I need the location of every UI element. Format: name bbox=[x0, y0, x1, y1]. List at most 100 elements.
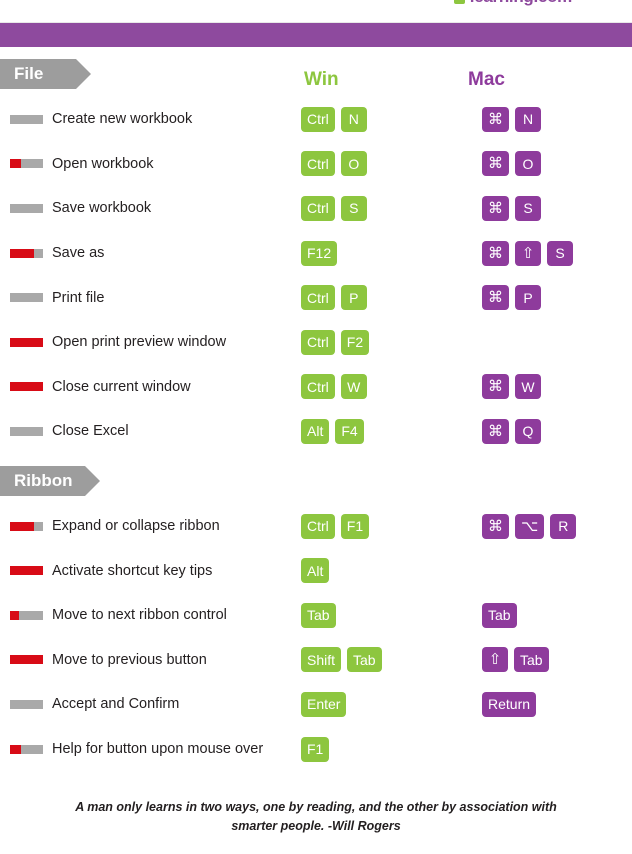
key-group-win: Ctrl F2 bbox=[301, 329, 370, 355]
difficulty-meter bbox=[10, 159, 43, 169]
difficulty-meter-fill bbox=[10, 521, 34, 531]
difficulty-meter-fill bbox=[10, 744, 21, 754]
difficulty-meter-fill bbox=[10, 655, 43, 665]
key-cap: F2 bbox=[340, 329, 370, 355]
logo-strip: learning.com bbox=[0, 0, 632, 23]
key-group-win: Shift Tab bbox=[301, 647, 382, 673]
shortcut-row: Accept and Confirm Enter Return bbox=[0, 682, 632, 727]
key-cap: W bbox=[340, 374, 367, 400]
key-cap: Tab bbox=[301, 602, 336, 628]
key-group-mac: ⇧ Tab bbox=[482, 647, 549, 673]
key-cap: N bbox=[515, 106, 541, 132]
shortcut-rows: Create new workbook Ctrl N ⌘ N Open workbook C… bbox=[0, 97, 632, 454]
key-group-mac: ⌘ S bbox=[482, 195, 541, 221]
key-group-win: Enter bbox=[301, 691, 347, 717]
key-cap: Alt bbox=[301, 558, 330, 584]
shortcut-label: Activate shortcut key tips bbox=[52, 562, 213, 579]
section-header-file: File bbox=[0, 59, 632, 93]
difficulty-meter bbox=[10, 566, 43, 576]
shortcut-row: Activate shortcut key tips Alt bbox=[0, 548, 632, 593]
shortcut-row: Expand or collapse ribbon Ctrl F1 ⌘ ⌥ R bbox=[0, 504, 632, 549]
key-cap: F4 bbox=[335, 418, 364, 444]
shortcut-row: Move to next ribbon control Tab Tab bbox=[0, 593, 632, 638]
brand-logo: learning.com bbox=[453, 0, 572, 7]
key-cap: ⌘ bbox=[482, 151, 509, 177]
difficulty-meter bbox=[10, 655, 43, 665]
key-cap: ⌥ bbox=[515, 513, 545, 539]
key-cap: ⌘ bbox=[482, 106, 509, 132]
shortcut-row: Close current window Ctrl W ⌘ W bbox=[0, 365, 632, 410]
key-group-win: Ctrl P bbox=[301, 285, 367, 311]
key-group-mac: Tab bbox=[482, 602, 517, 628]
shortcut-label: Help for button upon mouse over bbox=[52, 741, 264, 758]
key-cap: W bbox=[515, 374, 541, 400]
key-group-win: F12 bbox=[301, 240, 338, 266]
difficulty-meter-fill bbox=[10, 566, 43, 576]
shortcut-label: Expand or collapse ribbon bbox=[52, 518, 220, 535]
shortcut-row: Help for button upon mouse over F1 bbox=[0, 727, 632, 772]
shortcut-label: Accept and Confirm bbox=[52, 696, 180, 713]
shortcut-label: Create new workbook bbox=[52, 111, 193, 128]
key-group-mac: ⌘ N bbox=[482, 106, 541, 132]
difficulty-meter bbox=[10, 114, 43, 124]
shortcut-row: Open print preview window Ctrl F2 bbox=[0, 320, 632, 365]
key-cap: Shift bbox=[301, 647, 342, 673]
key-cap: F12 bbox=[301, 240, 338, 266]
key-cap: Ctrl bbox=[301, 329, 335, 355]
key-cap: S bbox=[340, 195, 367, 221]
key-group-win: Tab bbox=[301, 602, 336, 628]
cheatsheet-body: File Win Mac Create new workbook Ctrl N ⌘ N Open… bbox=[0, 59, 632, 771]
shortcut-label: Move to next ribbon control bbox=[52, 607, 227, 624]
shortcut-row: Save workbook Ctrl S ⌘ S bbox=[0, 186, 632, 231]
key-cap: ⌘ bbox=[482, 240, 509, 266]
section-tab: Ribbon bbox=[0, 465, 100, 496]
key-cap: Ctrl bbox=[301, 374, 335, 400]
difficulty-meter bbox=[10, 203, 43, 213]
key-cap: Q bbox=[515, 418, 541, 444]
shortcut-row: Move to previous button Shift Tab ⇧ Tab bbox=[0, 638, 632, 683]
key-cap: S bbox=[515, 195, 541, 221]
shortcut-rows: Expand or collapse ribbon Ctrl F1 ⌘ ⌥ R Activa… bbox=[0, 504, 632, 772]
key-group-win: Alt bbox=[301, 558, 330, 584]
key-cap: P bbox=[340, 285, 367, 311]
key-cap: S bbox=[547, 240, 573, 266]
key-group-win: Ctrl N bbox=[301, 106, 367, 132]
shortcut-label: Open workbook bbox=[52, 155, 154, 172]
key-cap: O bbox=[515, 151, 541, 177]
difficulty-meter bbox=[10, 521, 43, 531]
key-cap: ⌘ bbox=[482, 418, 509, 444]
shortcut-label: Close Excel bbox=[52, 423, 129, 440]
difficulty-meter bbox=[10, 610, 43, 620]
key-group-win: Alt F4 bbox=[301, 418, 364, 444]
difficulty-meter-fill bbox=[10, 159, 21, 169]
difficulty-meter bbox=[10, 382, 43, 392]
key-cap: Ctrl bbox=[301, 285, 335, 311]
difficulty-meter bbox=[10, 744, 43, 754]
key-group-win: Ctrl O bbox=[301, 151, 367, 177]
key-group-win: Ctrl S bbox=[301, 195, 367, 221]
shortcut-row: Create new workbook Ctrl N ⌘ N bbox=[0, 97, 632, 142]
difficulty-meter-fill bbox=[10, 337, 43, 347]
key-cap: ⇧ bbox=[515, 240, 541, 266]
key-group-mac: ⌘ W bbox=[482, 374, 541, 400]
key-cap: ⌘ bbox=[482, 374, 509, 400]
shortcut-label: Open print preview window bbox=[52, 334, 227, 351]
key-cap: F1 bbox=[301, 736, 330, 762]
key-cap: Tab bbox=[514, 647, 549, 673]
key-cap: Return bbox=[482, 691, 537, 717]
key-cap: ⌘ bbox=[482, 513, 509, 539]
key-group-win: F1 bbox=[301, 736, 330, 762]
key-cap: R bbox=[550, 513, 577, 539]
difficulty-meter-fill bbox=[10, 248, 34, 258]
section-header-ribbon: Ribbon bbox=[0, 465, 632, 500]
shortcut-label: Print file bbox=[52, 289, 105, 306]
difficulty-meter-fill bbox=[10, 610, 20, 620]
green-square-dot-icon bbox=[453, 0, 465, 4]
key-group-mac: ⌘ O bbox=[482, 151, 541, 177]
difficulty-meter bbox=[10, 293, 43, 303]
key-cap: O bbox=[340, 151, 367, 177]
section-tab: File bbox=[0, 59, 91, 89]
difficulty-meter bbox=[10, 426, 43, 436]
shortcut-label: Save workbook bbox=[52, 200, 152, 217]
difficulty-meter bbox=[10, 248, 43, 258]
